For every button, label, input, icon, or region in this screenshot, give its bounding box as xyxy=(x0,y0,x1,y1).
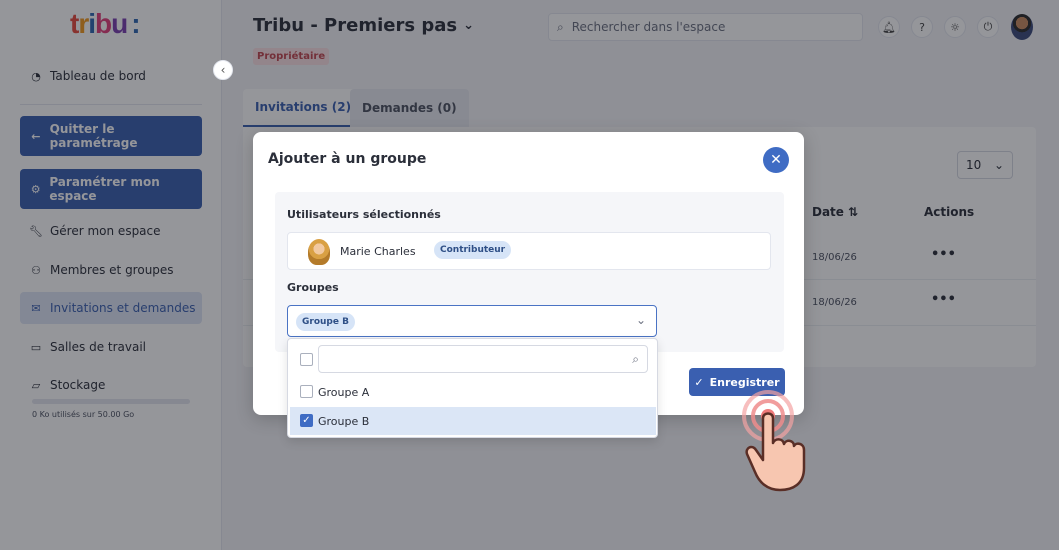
dropdown-search-row: ⌕ xyxy=(298,345,648,373)
user-avatar xyxy=(308,239,330,265)
option-checkbox[interactable] xyxy=(300,385,313,398)
close-icon: ✕ xyxy=(770,152,782,168)
chevron-left-icon: ‹ xyxy=(220,63,226,77)
groups-select[interactable]: Groupe B ⌄ xyxy=(287,305,657,337)
select-all-checkbox[interactable] xyxy=(300,353,313,366)
save-button-label: Enregistrer xyxy=(709,375,780,389)
collapse-sidebar-button[interactable]: ‹ xyxy=(213,60,233,80)
option-checkbox-checked[interactable]: ✓ xyxy=(300,414,313,427)
dropdown-option-groupe-b[interactable]: ✓ Groupe B xyxy=(290,407,656,435)
modal-title: Ajouter à un groupe xyxy=(268,151,427,167)
close-modal-button[interactable]: ✕ xyxy=(763,147,789,173)
option-label: Groupe A xyxy=(318,385,370,399)
pointer-hand-icon xyxy=(742,390,806,492)
modal-body: Utilisateurs sélectionnés Marie Charles … xyxy=(275,192,784,352)
chevron-down-icon: ⌄ xyxy=(635,313,646,327)
selected-group-chip[interactable]: Groupe B xyxy=(296,313,355,331)
user-role-chip: Contributeur xyxy=(434,241,512,259)
user-name: Marie Charles xyxy=(340,245,416,258)
selected-users-label: Utilisateurs sélectionnés xyxy=(287,208,441,221)
groups-label: Groupes xyxy=(287,281,339,294)
selected-user-card: Marie Charles Contributeur xyxy=(287,232,771,270)
option-label: Groupe B xyxy=(318,414,370,428)
dropdown-option-groupe-a[interactable]: Groupe A xyxy=(290,378,656,406)
check-icon: ✓ xyxy=(694,375,704,389)
groups-dropdown: ⌕ Groupe A ✓ Groupe B xyxy=(287,338,658,438)
search-icon: ⌕ xyxy=(632,352,639,366)
dropdown-search-input[interactable]: ⌕ xyxy=(318,345,648,373)
